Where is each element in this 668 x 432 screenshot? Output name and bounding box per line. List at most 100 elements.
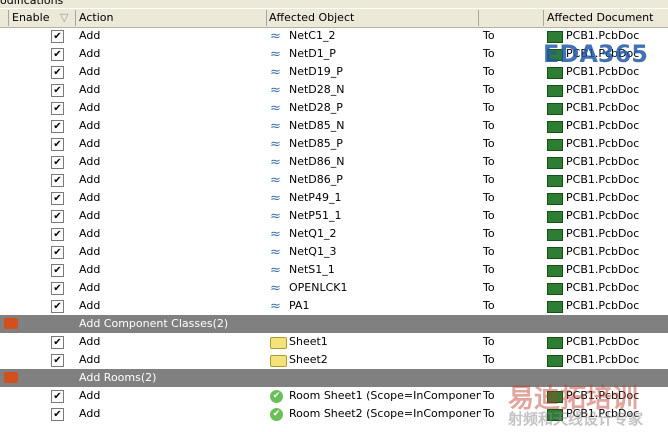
enable-checkbox[interactable]: ✔ <box>51 174 64 187</box>
net-icon: ≈ <box>270 173 281 188</box>
net-icon: ≈ <box>270 299 281 314</box>
panel-title: odifications <box>0 0 668 8</box>
enable-checkbox[interactable]: ✔ <box>51 246 64 259</box>
net-icon: ≈ <box>270 263 281 278</box>
object-cell: NetQ1_3 <box>289 245 337 258</box>
enable-checkbox[interactable]: ✔ <box>51 120 64 133</box>
object-cell: OPENLCK1 <box>289 281 348 294</box>
table-row[interactable]: ✔ Add ≈ NetD28_N To PCB1.PcbDoc <box>0 81 668 99</box>
table-row[interactable]: ✔ Add ≈ NetQ1_2 To PCB1.PcbDoc <box>0 225 668 243</box>
action-cell: Add <box>79 209 101 222</box>
table-row[interactable]: ✔ Add ≈ NetD85_N To PCB1.PcbDoc <box>0 117 668 135</box>
pcb-doc-icon <box>547 229 563 241</box>
folder-icon <box>270 337 287 349</box>
pcb-doc-icon <box>547 355 563 367</box>
enable-checkbox[interactable]: ✔ <box>51 408 64 421</box>
document-cell: PCB1.PcbDoc <box>566 227 640 240</box>
table-row[interactable]: ✔ Add ✔ Room Sheet2 (Scope=InComponentCla… <box>0 405 668 423</box>
enable-checkbox[interactable]: ✔ <box>51 192 64 205</box>
document-cell: PCB1.PcbDoc <box>566 47 640 60</box>
group-label: Add Component Classes(2) <box>79 317 229 330</box>
to-cell: To <box>483 227 495 240</box>
action-cell: Add <box>79 263 101 276</box>
group-row[interactable]: Add Rooms(2) <box>0 369 668 387</box>
to-cell: To <box>483 65 495 78</box>
col-action[interactable]: Action <box>79 11 113 24</box>
table-row[interactable]: ✔ Add ≈ OPENLCK1 To PCB1.PcbDoc <box>0 279 668 297</box>
table-row[interactable]: ✔ Add ≈ NetS1_1 To PCB1.PcbDoc <box>0 261 668 279</box>
document-cell: PCB1.PcbDoc <box>566 263 640 276</box>
pcb-doc-icon <box>547 67 563 79</box>
to-cell: To <box>483 101 495 114</box>
net-icon: ≈ <box>270 227 281 242</box>
net-icon: ≈ <box>270 137 281 152</box>
action-cell: Add <box>79 65 101 78</box>
enable-checkbox[interactable]: ✔ <box>51 336 64 349</box>
pcb-doc-icon <box>547 301 563 313</box>
group-expand-icon[interactable] <box>4 372 18 383</box>
group-row[interactable]: Add Component Classes(2) <box>0 315 668 333</box>
table-row[interactable]: ✔ Add Sheet1 To PCB1.PcbDoc <box>0 333 668 351</box>
enable-checkbox[interactable]: ✔ <box>51 264 64 277</box>
table-row[interactable]: ✔ Add ≈ NetD1_P To PCB1.PcbDoc <box>0 45 668 63</box>
to-cell: To <box>483 335 495 348</box>
table-row[interactable]: ✔ Add ≈ NetC1_2 To PCB1.PcbDoc <box>0 27 668 45</box>
table-row[interactable]: ✔ Add ≈ NetD19_P To PCB1.PcbDoc <box>0 63 668 81</box>
enable-checkbox[interactable]: ✔ <box>51 228 64 241</box>
table-row[interactable]: ✔ Add Sheet2 To PCB1.PcbDoc <box>0 351 668 369</box>
enable-checkbox[interactable]: ✔ <box>51 282 64 295</box>
enable-checkbox[interactable]: ✔ <box>51 354 64 367</box>
table-row[interactable]: ✔ Add ≈ PA1 To PCB1.PcbDoc <box>0 297 668 315</box>
action-cell: Add <box>79 101 101 114</box>
document-cell: PCB1.PcbDoc <box>566 65 640 78</box>
enable-checkbox[interactable]: ✔ <box>51 210 64 223</box>
enable-checkbox[interactable]: ✔ <box>51 102 64 115</box>
net-icon: ≈ <box>270 29 281 44</box>
col-affected-document[interactable]: Affected Document <box>547 11 653 24</box>
document-cell: PCB1.PcbDoc <box>566 83 640 96</box>
enable-checkbox[interactable]: ✔ <box>51 300 64 313</box>
room-check-icon: ✔ <box>270 408 283 421</box>
action-cell: Add <box>79 191 101 204</box>
pcb-doc-icon <box>547 175 563 187</box>
enable-checkbox[interactable]: ✔ <box>51 30 64 43</box>
table-row[interactable]: ✔ Add ≈ NetD85_P To PCB1.PcbDoc <box>0 135 668 153</box>
group-expand-icon[interactable] <box>4 318 18 329</box>
pcb-doc-icon <box>547 391 563 403</box>
enable-checkbox[interactable]: ✔ <box>51 156 64 169</box>
filter-icon[interactable]: ▽ <box>60 11 68 24</box>
document-cell: PCB1.PcbDoc <box>566 119 640 132</box>
col-enable[interactable]: Enable <box>12 11 49 24</box>
table-row[interactable]: ✔ Add ✔ Room Sheet1 (Scope=InComponentCla… <box>0 387 668 405</box>
to-cell: To <box>483 191 495 204</box>
enable-checkbox[interactable]: ✔ <box>51 66 64 79</box>
enable-checkbox[interactable]: ✔ <box>51 138 64 151</box>
object-cell: NetQ1_2 <box>289 227 337 240</box>
table-row[interactable]: ✔ Add ≈ NetD86_P To PCB1.PcbDoc <box>0 171 668 189</box>
pcb-doc-icon <box>547 193 563 205</box>
to-cell: To <box>483 119 495 132</box>
to-cell: To <box>483 47 495 60</box>
document-cell: PCB1.PcbDoc <box>566 209 640 222</box>
enable-checkbox[interactable]: ✔ <box>51 390 64 403</box>
table-row[interactable]: ✔ Add ≈ NetP51_1 To PCB1.PcbDoc <box>0 207 668 225</box>
table-row[interactable]: ✔ Add ≈ NetP49_1 To PCB1.PcbDoc <box>0 189 668 207</box>
enable-checkbox[interactable]: ✔ <box>51 84 64 97</box>
table-row[interactable]: ✔ Add ≈ NetD28_P To PCB1.PcbDoc <box>0 99 668 117</box>
enable-checkbox[interactable]: ✔ <box>51 48 64 61</box>
table-row[interactable]: ✔ Add ≈ NetD86_N To PCB1.PcbDoc <box>0 153 668 171</box>
net-icon: ≈ <box>270 281 281 296</box>
document-cell: PCB1.PcbDoc <box>566 101 640 114</box>
net-icon: ≈ <box>270 245 281 260</box>
action-cell: Add <box>79 299 101 312</box>
action-cell: Add <box>79 389 101 402</box>
table-row[interactable]: ✔ Add ≈ NetQ1_3 To PCB1.PcbDoc <box>0 243 668 261</box>
to-cell: To <box>483 245 495 258</box>
to-cell: To <box>483 209 495 222</box>
to-cell: To <box>483 155 495 168</box>
action-cell: Add <box>79 335 101 348</box>
to-cell: To <box>483 83 495 96</box>
col-affected-object[interactable]: Affected Object <box>269 11 354 24</box>
folder-icon <box>270 355 287 367</box>
object-cell: NetD86_P <box>289 173 343 186</box>
